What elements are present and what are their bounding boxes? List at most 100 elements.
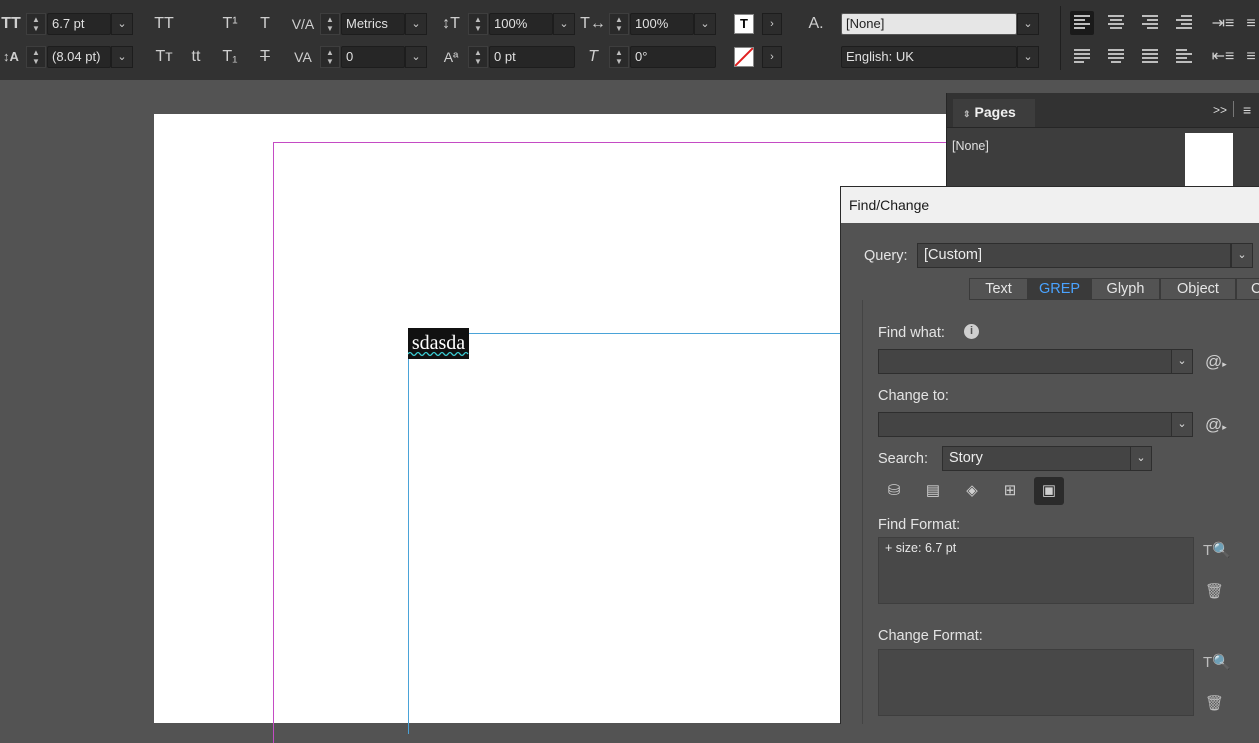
tracking-field[interactable]: 0 (341, 46, 405, 68)
kerning-field[interactable]: Metrics (341, 13, 405, 35)
tracking-dropdown[interactable]: ⌄ (405, 46, 427, 68)
pages-tab-label: Pages (974, 104, 1016, 120)
leading-stepper[interactable]: ▲ ▼ (26, 46, 46, 68)
include-hidden-layers-icon[interactable]: ◈ (957, 477, 987, 505)
specify-change-format-icon[interactable]: T🔍 (1203, 653, 1231, 671)
clear-change-format-icon[interactable]: 🗑 (1205, 694, 1224, 712)
stroke-none-swatch-icon[interactable] (734, 47, 754, 67)
tab-more[interactable]: C (1236, 278, 1259, 300)
find-format-label: Find Format: (878, 517, 961, 533)
align-left-icon[interactable] (1070, 11, 1094, 35)
font-size-field[interactable]: 6.7 pt (47, 13, 111, 35)
fill-menu-arrow[interactable]: › (762, 13, 782, 35)
vertical-scale-stepper[interactable]: ▲ ▼ (468, 13, 488, 35)
baseline-shift-field[interactable]: 0 pt (489, 46, 575, 68)
find-what-dropdown[interactable]: ⌄ (1171, 349, 1193, 374)
horizontal-scale-dropdown[interactable]: ⌄ (694, 13, 716, 35)
query-select[interactable]: [Custom] (917, 243, 1231, 268)
change-format-label: Change Format: (878, 628, 983, 644)
align-right-icon[interactable] (1138, 11, 1162, 35)
baseline-shift-icon: Aª (443, 49, 459, 65)
lowercase-icon[interactable]: tt (184, 46, 208, 68)
collapse-arrows-icon: ⇕ (963, 109, 971, 119)
justify-left-icon[interactable] (1070, 45, 1094, 69)
font-size-stepper[interactable]: ▲ ▼ (26, 13, 46, 35)
justify-center-icon[interactable] (1104, 45, 1128, 69)
leading-dropdown[interactable]: ⌄ (111, 46, 133, 68)
panel-expand-button[interactable]: >> (1213, 103, 1227, 117)
left-indent-icon[interactable]: ⇥≡ (1210, 13, 1236, 35)
tracking-stepper[interactable]: ▲ ▼ (320, 46, 340, 68)
include-locked-layers-icon[interactable]: ⛁ (879, 477, 909, 505)
kerning-icon: V/A (291, 16, 315, 32)
panel-menu-icon[interactable]: ≡ (1243, 102, 1251, 118)
text-fill-swatch-icon[interactable]: T (734, 14, 754, 34)
skew-stepper[interactable]: ▲ ▼ (609, 46, 629, 68)
search-label: Search: (878, 451, 928, 467)
include-footnotes-icon[interactable]: ▣ (1034, 477, 1064, 505)
underline-icon[interactable]: T (253, 13, 277, 35)
find-change-dialog: Find/Change Query: [Custom] ⌄ Text GREP … (840, 186, 1259, 724)
right-indent-icon[interactable]: ≡ (1242, 13, 1259, 35)
master-none-label[interactable]: [None] (952, 139, 989, 153)
find-format-box[interactable]: + size: 6.7 pt (878, 537, 1194, 604)
subscript-icon[interactable]: T₁ (218, 46, 242, 68)
special-characters-find-icon[interactable]: @▸ (1205, 352, 1227, 372)
skew-icon: T (588, 48, 598, 65)
language-field[interactable]: English: UK (841, 46, 1017, 68)
align-center-icon[interactable] (1104, 11, 1128, 35)
justify-all-icon[interactable] (1138, 45, 1162, 69)
kerning-stepper[interactable]: ▲ ▼ (320, 13, 340, 35)
character-style-dropdown[interactable]: ⌄ (1017, 13, 1039, 35)
search-scope-select[interactable]: Story (942, 446, 1131, 471)
font-size-dropdown[interactable]: ⌄ (111, 13, 133, 35)
all-caps-icon[interactable]: TT (150, 13, 178, 35)
align-towards-spine-icon[interactable] (1172, 11, 1196, 35)
vertical-scale-icon: ↕T (442, 15, 460, 32)
tab-grep[interactable]: GREP (1028, 278, 1091, 300)
pages-panel-header: ⇕ Pages >> ≡ (947, 93, 1259, 128)
vertical-scale-dropdown[interactable]: ⌄ (553, 13, 575, 35)
kerning-dropdown[interactable]: ⌄ (405, 13, 427, 35)
query-dropdown[interactable]: ⌄ (1231, 243, 1253, 268)
info-icon[interactable]: i (964, 324, 979, 339)
clear-find-format-icon[interactable]: 🗑 (1205, 582, 1224, 600)
horizontal-scale-stepper[interactable]: ▲ ▼ (609, 13, 629, 35)
selected-text[interactable]: sdasda (408, 328, 469, 359)
pages-tab[interactable]: ⇕ Pages (953, 99, 1035, 127)
leading-field[interactable]: (8.04 pt) (47, 46, 111, 68)
tab-glyph[interactable]: Glyph (1091, 278, 1160, 300)
query-label: Query: (864, 248, 908, 264)
baseline-shift-stepper[interactable]: ▲ ▼ (468, 46, 488, 68)
change-format-box[interactable] (878, 649, 1194, 716)
dialog-title: Find/Change (841, 187, 1259, 223)
character-style-icon: A. (808, 15, 824, 32)
small-caps-icon[interactable]: Tт (150, 46, 178, 68)
last-line-indent-icon[interactable]: ≡ (1242, 46, 1259, 68)
divider (1233, 101, 1234, 117)
tab-text[interactable]: Text (969, 278, 1028, 300)
control-bar: TT ▲ ▼ 6.7 pt ⌄ TT T¹ T V/A ▲ ▼ Metrics ⌄ … (0, 0, 1259, 80)
superscript-icon[interactable]: T¹ (218, 13, 242, 35)
change-to-dropdown[interactable]: ⌄ (1171, 412, 1193, 437)
strikethrough-icon[interactable]: T (253, 46, 277, 68)
change-to-input[interactable] (878, 412, 1173, 437)
first-line-indent-icon[interactable]: ⇤≡ (1210, 46, 1236, 68)
specify-find-format-icon[interactable]: T🔍 (1203, 541, 1231, 559)
skew-field[interactable]: 0° (630, 46, 716, 68)
include-master-pages-icon[interactable]: ⊞ (995, 477, 1025, 505)
find-what-label: Find what: (878, 325, 945, 341)
special-characters-change-icon[interactable]: @▸ (1205, 415, 1227, 435)
vertical-scale-field[interactable]: 100% (489, 13, 553, 35)
pages-panel: ⇕ Pages >> ≡ [None] (946, 93, 1259, 193)
language-dropdown[interactable]: ⌄ (1017, 46, 1039, 68)
align-away-spine-icon[interactable] (1172, 45, 1196, 69)
search-scope-dropdown[interactable]: ⌄ (1130, 446, 1152, 471)
page-thumbnail[interactable] (1185, 133, 1233, 193)
horizontal-scale-field[interactable]: 100% (630, 13, 694, 35)
stroke-menu-arrow[interactable]: › (762, 46, 782, 68)
include-locked-stories-icon[interactable]: ▤ (918, 477, 948, 505)
character-style-field[interactable]: [None] (841, 13, 1017, 35)
tab-object[interactable]: Object (1160, 278, 1236, 300)
find-what-input[interactable] (878, 349, 1173, 374)
